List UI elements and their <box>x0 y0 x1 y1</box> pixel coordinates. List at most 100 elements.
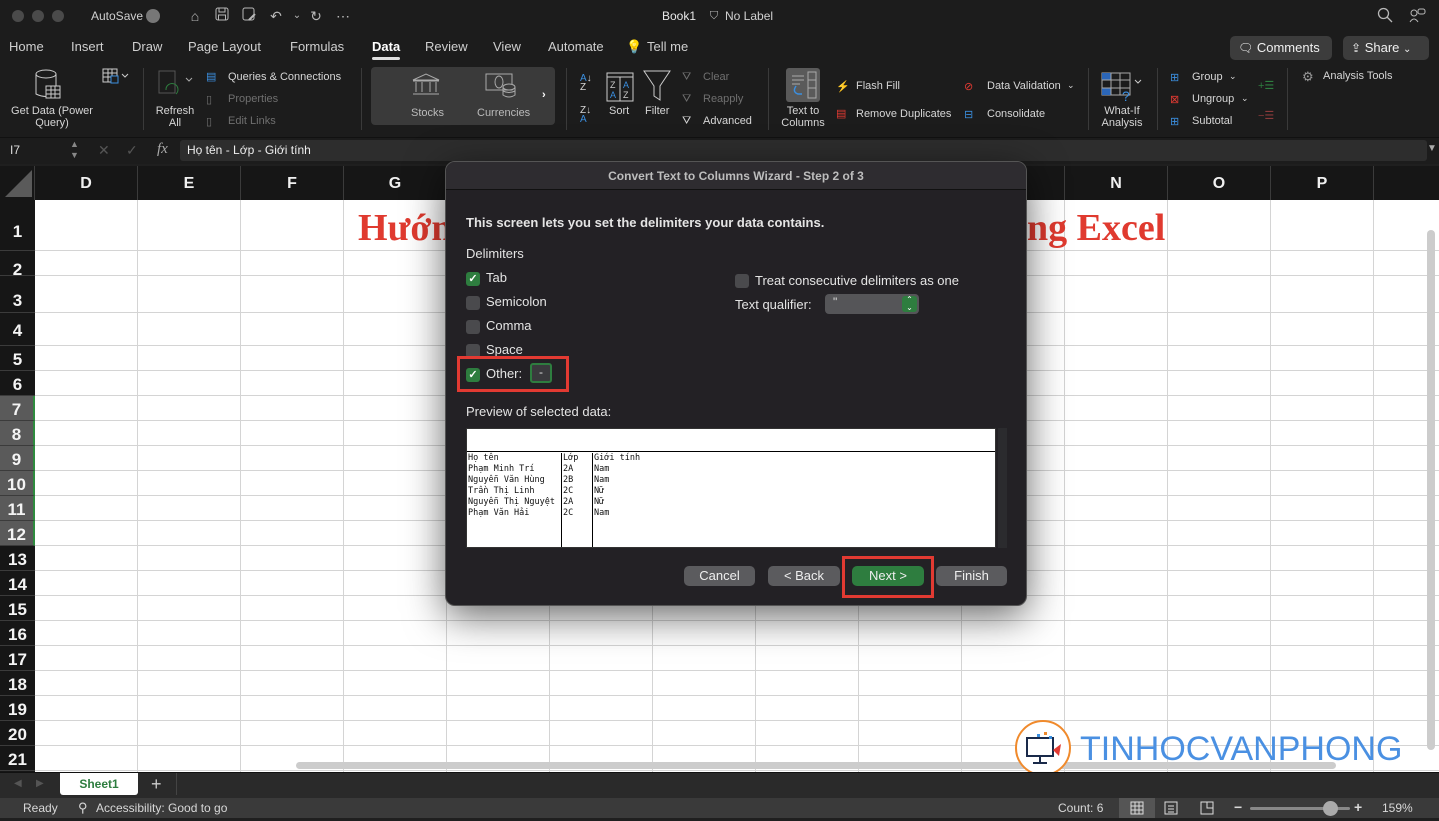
vertical-scrollbar[interactable] <box>1427 230 1435 750</box>
row-header-20[interactable]: 20 <box>0 721 35 746</box>
column-header-o[interactable]: O <box>1168 166 1271 200</box>
data-validation-button[interactable]: Data Validation <box>987 80 1061 92</box>
row-header-9[interactable]: 9 <box>0 446 35 471</box>
row-header-7[interactable]: 7 <box>0 396 35 421</box>
expand-formula-icon[interactable]: ▼ <box>1427 143 1437 154</box>
cancel-edit-icon[interactable]: ✕ <box>98 142 110 159</box>
treat-consecutive-label[interactable]: Treat consecutive delimiters as one <box>755 273 959 288</box>
column-header-e[interactable]: E <box>138 166 241 200</box>
analysis-tools-button[interactable]: Analysis Tools <box>1323 70 1393 82</box>
column-header-f[interactable]: F <box>241 166 344 200</box>
edit-links-button[interactable]: Edit Links <box>228 115 276 127</box>
row-header-18[interactable]: 18 <box>0 671 35 696</box>
share-button[interactable]: ⇪ Share ⌄ <box>1343 36 1429 60</box>
tab-formulas[interactable]: Formulas <box>290 39 344 54</box>
more-icon[interactable]: ⋯ <box>334 7 352 25</box>
sensitivity-shield-icon[interactable]: ⛉ <box>705 7 723 25</box>
clear-button[interactable]: Clear <box>703 71 729 83</box>
function-icon[interactable]: fx <box>157 141 168 158</box>
sort-a-to-z-button[interactable]: A↓ Z <box>580 74 592 93</box>
row-header-3[interactable]: 3 <box>0 276 35 313</box>
confirm-edit-icon[interactable]: ✓ <box>126 142 138 159</box>
autosave-toggle[interactable] <box>146 9 160 23</box>
row-header-15[interactable]: 15 <box>0 596 35 621</box>
semicolon-delimiter-label[interactable]: Semicolon <box>486 294 547 309</box>
text-qualifier-select[interactable]: " ⌃ ⌄ <box>825 294 919 314</box>
tab-delimiter-checkbox[interactable]: ✓ <box>466 272 480 286</box>
row-header-1[interactable]: 1 <box>0 200 35 251</box>
group-button[interactable]: Group <box>1192 71 1223 83</box>
name-box[interactable]: I7 <box>10 143 20 157</box>
chevron-down-icon[interactable]: ⌄ <box>1241 93 1249 104</box>
preview-scrollbar[interactable] <box>998 428 1007 548</box>
previous-sheet-icon[interactable]: ◀ <box>14 778 22 789</box>
sort-button[interactable]: Sort <box>609 105 629 117</box>
properties-button[interactable]: Properties <box>228 93 278 105</box>
row-header-13[interactable]: 13 <box>0 546 35 571</box>
tab-home[interactable]: Home <box>9 39 44 54</box>
row-header-19[interactable]: 19 <box>0 696 35 721</box>
row-header-5[interactable]: 5 <box>0 346 35 371</box>
tab-data[interactable]: Data <box>372 39 401 60</box>
normal-view-button[interactable] <box>1119 798 1155 818</box>
page-break-view-button[interactable] <box>1198 798 1218 818</box>
accessibility-status[interactable]: Accessibility: Good to go <box>96 801 227 815</box>
next-sheet-icon[interactable]: ▶ <box>36 778 44 789</box>
preview-column-3[interactable]: Giới tính Nam Nam Nữ Nữ Nam <box>593 453 995 547</box>
collaboration-icon[interactable] <box>1408 7 1426 25</box>
from-table-icon[interactable] <box>102 68 130 91</box>
maximize-window-button[interactable] <box>52 10 64 22</box>
refresh-all-button[interactable]: Refresh All <box>150 105 200 129</box>
chevron-right-icon[interactable]: › <box>542 89 546 101</box>
tab-view[interactable]: View <box>493 39 521 54</box>
row-header-21[interactable]: 21 <box>0 746 35 771</box>
zoom-slider-knob[interactable] <box>1322 801 1338 816</box>
close-window-button[interactable] <box>12 10 24 22</box>
row-header-16[interactable]: 16 <box>0 621 35 646</box>
comments-button[interactable]: 🗨 Comments <box>1230 36 1332 60</box>
row-header-8[interactable]: 8 <box>0 421 35 446</box>
tab-delimiter-label[interactable]: Tab <box>486 270 507 285</box>
zoom-level[interactable]: 159% <box>1382 801 1413 815</box>
data-preview[interactable]: Họ tên Phạm Minh Trí Nguyễn Văn Hùng Trần T… <box>466 428 996 548</box>
remove-duplicates-button[interactable]: Remove Duplicates <box>856 108 951 120</box>
search-icon[interactable] <box>1376 7 1394 25</box>
semicolon-delimiter-checkbox[interactable] <box>466 296 480 310</box>
finish-button[interactable]: Finish <box>936 566 1007 586</box>
name-box-stepper[interactable]: ▲ ▼ <box>70 139 79 161</box>
advanced-button[interactable]: Advanced <box>703 115 752 127</box>
preview-column-2[interactable]: Lớp 2A 2B 2C 2A 2C <box>562 453 593 547</box>
show-detail-icon[interactable]: +☰ <box>1258 79 1274 92</box>
page-layout-view-button[interactable] <box>1162 798 1182 818</box>
filter-button[interactable]: Filter <box>645 105 669 117</box>
subtotal-button[interactable]: Subtotal <box>1192 115 1232 127</box>
row-header-14[interactable]: 14 <box>0 571 35 596</box>
undo-dropdown-icon[interactable]: ⌄ <box>288 7 306 25</box>
sort-z-to-a-button[interactable]: Z↓ A <box>580 106 591 125</box>
text-to-columns-button[interactable]: Text to Columns <box>776 105 830 129</box>
row-header-10[interactable]: 10 <box>0 471 35 496</box>
row-header-2[interactable]: 2 <box>0 251 35 279</box>
queries-connections-button[interactable]: Queries & Connections <box>228 71 341 83</box>
chevron-down-icon[interactable]: ⌄ <box>1067 80 1075 91</box>
minimize-window-button[interactable] <box>32 10 44 22</box>
column-header-p[interactable]: P <box>1271 166 1374 200</box>
home-icon[interactable]: ⌂ <box>186 7 204 25</box>
sheet-title-text-right[interactable]: ng Excel <box>1027 206 1165 250</box>
row-header-6[interactable]: 6 <box>0 371 35 396</box>
reapply-button[interactable]: Reapply <box>703 93 743 105</box>
consolidate-button[interactable]: Consolidate <box>987 108 1045 120</box>
comma-delimiter-checkbox[interactable] <box>466 320 480 334</box>
flash-fill-button[interactable]: Flash Fill <box>856 80 900 92</box>
ungroup-button[interactable]: Ungroup <box>1192 93 1234 105</box>
get-data-button[interactable]: Get Data (Power Query) <box>6 105 98 129</box>
back-button[interactable]: < Back <box>768 566 840 586</box>
save-as-icon[interactable] <box>240 7 258 25</box>
space-delimiter-label[interactable]: Space <box>486 342 523 357</box>
tab-automate[interactable]: Automate <box>548 39 604 54</box>
zoom-in-button[interactable]: + <box>1354 799 1362 815</box>
zoom-out-button[interactable]: − <box>1234 799 1242 815</box>
save-icon[interactable] <box>213 7 231 25</box>
column-header-d[interactable]: D <box>35 166 138 200</box>
comma-delimiter-label[interactable]: Comma <box>486 318 532 333</box>
